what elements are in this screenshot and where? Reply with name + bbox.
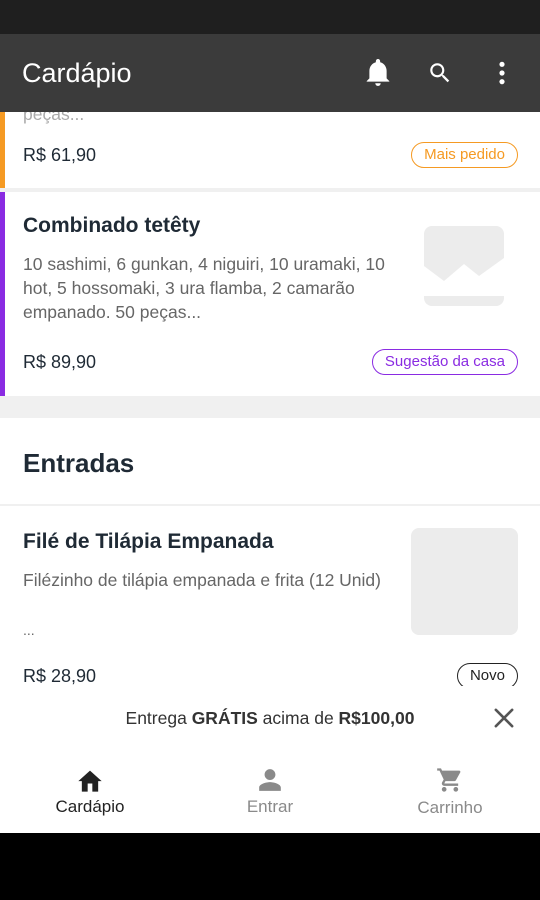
nav-label: Entrar <box>246 796 294 816</box>
badge-sugestao-da-casa: Sugestão da casa <box>371 349 518 375</box>
item-description-more: ... <box>23 622 35 638</box>
item-name: Combinado tetêty <box>23 214 201 237</box>
app-bar-actions <box>362 57 518 89</box>
promo-banner: Entrega GRÁTIS acima de R$100,00 <box>0 686 540 750</box>
nav-item-carrinho[interactable]: Carrinho <box>360 750 540 833</box>
person-icon <box>259 768 281 791</box>
promo-text: Entrega GRÁTIS acima de R$100,00 <box>0 708 540 729</box>
system-nav-bar <box>0 833 540 900</box>
close-icon[interactable] <box>490 704 518 732</box>
card-accent <box>0 192 5 396</box>
menu-item-card[interactable]: Combinado tetêty 10 sashimi, 6 gunkan, 4… <box>0 192 540 396</box>
item-price: R$ 89,90 <box>23 352 97 372</box>
item-description: Filézinho de tilápia empanada e frita (1… <box>23 570 381 590</box>
section-header: Entradas <box>0 418 540 504</box>
nav-item-cardapio[interactable]: Cardápio <box>0 750 180 833</box>
item-description: peças... <box>23 112 85 124</box>
status-bar <box>0 0 540 34</box>
item-image <box>411 528 518 635</box>
nav-label: Carrinho <box>417 797 483 817</box>
item-price: R$ 61,90 <box>23 145 97 165</box>
promo-prefix: Entrega <box>125 708 192 728</box>
promo-free: GRÁTIS <box>191 708 258 728</box>
promo-middle: acima de <box>257 708 339 728</box>
card-accent <box>0 112 5 188</box>
promo-threshold: R$100,00 <box>338 708 415 728</box>
nav-item-entrar[interactable]: Entrar <box>180 750 360 833</box>
nav-label: Cardápio <box>55 796 125 816</box>
home-icon <box>78 770 102 792</box>
page-title: Cardápio <box>22 57 132 88</box>
search-icon[interactable] <box>424 57 456 89</box>
image-placeholder-icon <box>424 226 504 306</box>
bell-icon[interactable] <box>362 57 394 89</box>
cart-icon <box>437 767 461 792</box>
item-name: Filé de Tilápia Empanada <box>23 530 274 553</box>
menu-content[interactable]: peças... R$ 61,90 Mais pedido Combinado … <box>0 112 540 750</box>
item-description: 10 sashimi, 6 gunkan, 4 niguiri, 10 uram… <box>23 254 385 322</box>
app-bar: Cardápio <box>0 34 540 112</box>
more-vert-icon[interactable] <box>486 57 518 89</box>
item-price: R$ 28,90 <box>23 666 97 686</box>
badge-mais-pedido: Mais pedido <box>411 142 518 168</box>
menu-item-card[interactable]: peças... R$ 61,90 Mais pedido <box>0 112 540 188</box>
bottom-nav: Cardápio Entrar Carrinho <box>0 750 540 833</box>
section-title: Entradas <box>23 448 135 478</box>
